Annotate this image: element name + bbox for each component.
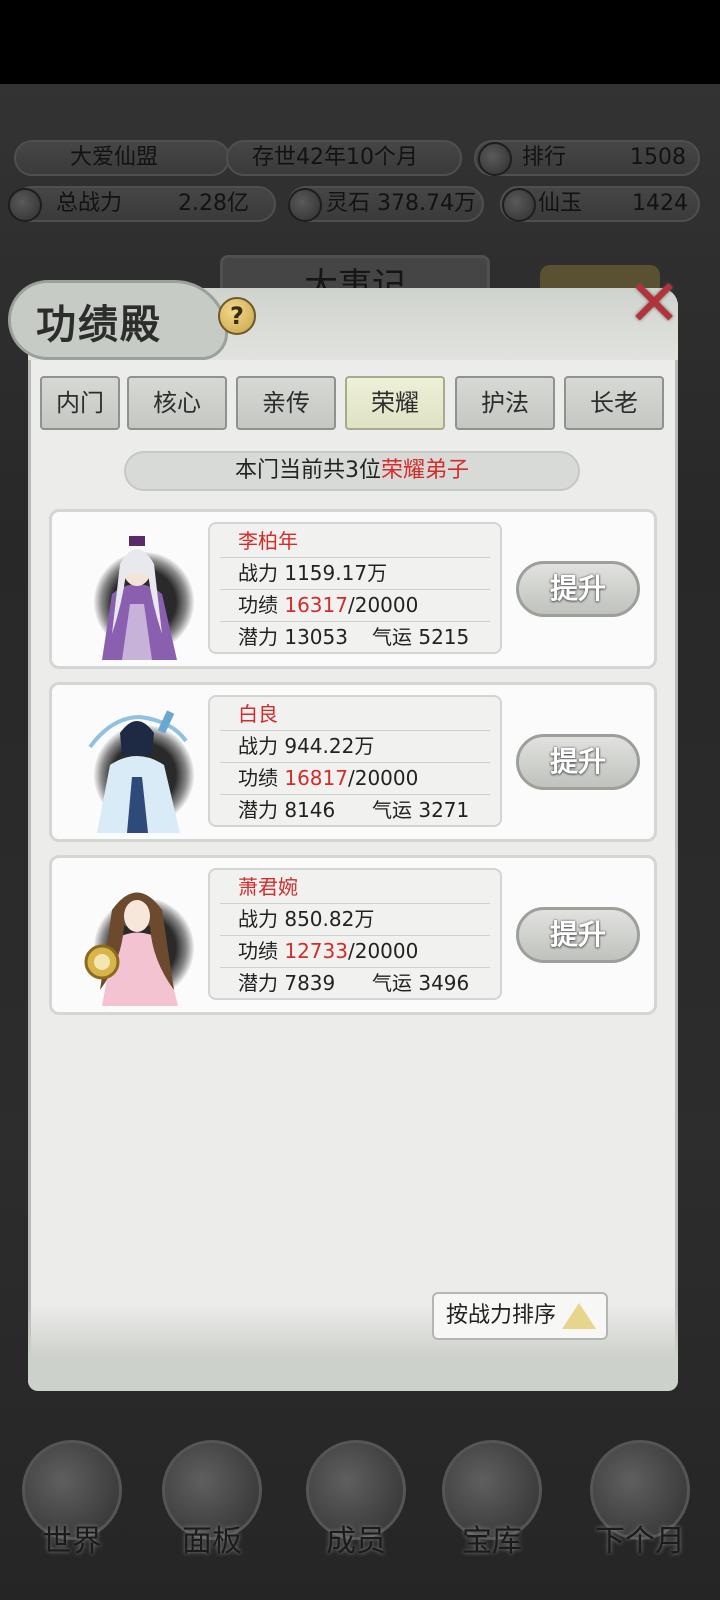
merit-label: 功绩: [238, 939, 278, 963]
disciple-avatar-figure: [102, 536, 177, 660]
promote-button[interactable]: 提升: [516, 734, 640, 790]
nav-label: 面板: [182, 1524, 242, 1559]
disciple-avatar-figure: [84, 892, 178, 1006]
merit-line: 功绩 16817/20000: [238, 763, 418, 793]
tab-guardian[interactable]: 护法: [455, 376, 555, 430]
power-label: 战力: [238, 561, 278, 585]
summary-highlight: 荣耀弟子: [380, 458, 469, 483]
luck-line: 气运 3496: [372, 968, 469, 998]
merit-label: 功绩: [238, 766, 278, 790]
nav-next-month[interactable]: 下个月: [580, 1440, 700, 1590]
power-value: 850.82万: [284, 907, 375, 931]
disciple-portrait: [64, 693, 204, 835]
luck-value: 5215: [418, 625, 470, 649]
merit-line: 功绩 12733/20000: [238, 936, 418, 966]
disciple-card: 白良 战力 944.22万 功绩 16817/20000 潜力 8146 气运 …: [49, 682, 657, 842]
luck-value: 3496: [418, 971, 470, 995]
potential-line: 潜力 8146: [238, 795, 335, 825]
tab-inner[interactable]: 内门: [40, 376, 120, 430]
close-icon[interactable]: ✕: [626, 272, 682, 336]
nav-label: 世界: [42, 1524, 102, 1559]
luck-line: 气运 5215: [372, 622, 469, 652]
disciple-card: 李柏年 战力 1159.17万 功绩 16317/20000 潜力 13053 …: [49, 509, 657, 669]
merit-max: /20000: [347, 939, 419, 963]
potential-line: 潜力 7839: [238, 968, 335, 998]
merit-value: 12733: [284, 939, 348, 963]
luck-label: 气运: [372, 798, 412, 822]
potential-value: 13053: [284, 625, 348, 649]
disciple-avatar-figure: [88, 710, 188, 833]
merit-value: 16817: [284, 766, 348, 790]
nav-panel[interactable]: 面板: [152, 1440, 272, 1590]
power-line: 战力 850.82万: [238, 904, 374, 934]
nav-label: 下个月: [595, 1524, 685, 1559]
disciple-summary: 本门当前共3位荣耀弟子: [124, 451, 580, 491]
luck-label: 气运: [372, 971, 412, 995]
potential-line: 潜力 13053: [238, 622, 348, 652]
promote-button[interactable]: 提升: [516, 561, 640, 617]
potential-label: 潜力: [238, 798, 278, 822]
power-label: 战力: [238, 907, 278, 931]
summary-prefix: 本门当前共3位: [234, 458, 381, 483]
tab-personal[interactable]: 亲传: [236, 376, 336, 430]
sort-label: 按战力排序: [446, 1303, 557, 1328]
disciple-info: 萧君婉 战力 850.82万 功绩 12733/20000 潜力 7839 气运…: [208, 868, 502, 1000]
nav-label: 宝库: [462, 1524, 522, 1559]
merit-max: /20000: [347, 766, 419, 790]
nav-world[interactable]: 世界: [12, 1440, 132, 1590]
sort-triangle-icon: [562, 1303, 596, 1329]
potential-value: 7839: [284, 971, 336, 995]
nav-label: 成员: [326, 1524, 386, 1559]
luck-value: 3271: [418, 798, 470, 822]
merit-max: /20000: [347, 593, 419, 617]
power-value: 1159.17万: [284, 561, 388, 585]
disciple-info: 白良 战力 944.22万 功绩 16817/20000 潜力 8146 气运 …: [208, 695, 502, 827]
nav-treasury[interactable]: 宝库: [432, 1440, 552, 1590]
power-value: 944.22万: [284, 734, 375, 758]
promote-button[interactable]: 提升: [516, 907, 640, 963]
disciple-name: 李柏年: [238, 529, 298, 553]
nav-members[interactable]: 成员: [296, 1440, 416, 1590]
help-icon[interactable]: ?: [218, 297, 256, 335]
power-line: 战力 944.22万: [238, 731, 374, 761]
potential-label: 潜力: [238, 971, 278, 995]
merit-label: 功绩: [238, 593, 278, 617]
luck-label: 气运: [372, 625, 412, 649]
disciple-name: 萧君婉: [238, 875, 298, 899]
potential-label: 潜力: [238, 625, 278, 649]
disciple-info: 李柏年 战力 1159.17万 功绩 16317/20000 潜力 13053 …: [208, 522, 502, 654]
power-label: 战力: [238, 734, 278, 758]
disciple-portrait: [64, 520, 204, 662]
merit-value: 16317: [284, 593, 348, 617]
disciple-portrait: [64, 866, 204, 1008]
merit-line: 功绩 16317/20000: [238, 590, 418, 620]
tab-elder[interactable]: 长老: [564, 376, 664, 430]
tab-core[interactable]: 核心: [127, 376, 227, 430]
disciple-card: 萧君婉 战力 850.82万 功绩 12733/20000 潜力 7839 气运…: [49, 855, 657, 1015]
disciple-name: 白良: [238, 702, 278, 726]
potential-value: 8146: [284, 798, 336, 822]
sort-by-power-button[interactable]: 按战力排序: [432, 1292, 608, 1340]
power-line: 战力 1159.17万: [238, 558, 387, 588]
luck-line: 气运 3271: [372, 795, 469, 825]
tab-honor[interactable]: 荣耀: [345, 376, 445, 430]
modal-title: 功绩殿: [36, 301, 162, 348]
